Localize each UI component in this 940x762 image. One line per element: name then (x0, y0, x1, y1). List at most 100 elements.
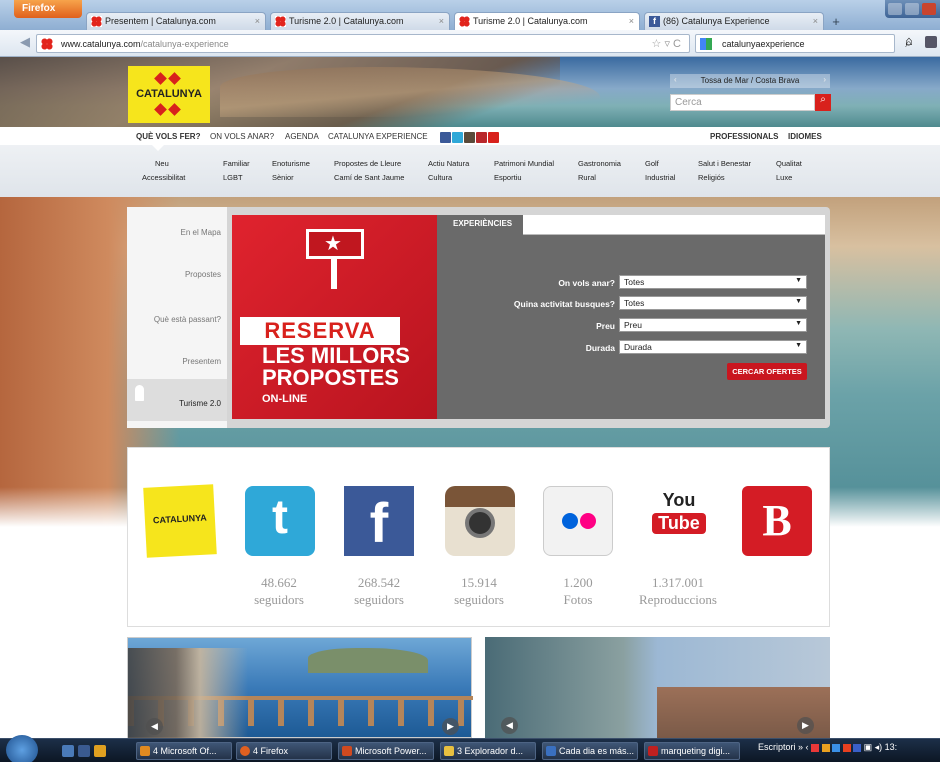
twitter-icon[interactable] (452, 132, 463, 143)
subnav-item[interactable]: LGBT (223, 173, 243, 182)
sidebar-item-mapa[interactable]: En el Mapa (181, 228, 221, 237)
nav-on-vols-anar[interactable]: ON VOLS ANAR? (210, 132, 274, 141)
subnav-item[interactable]: Patrimoni Mundial (494, 159, 554, 168)
sidebar-item-presentem[interactable]: Presentem (182, 357, 221, 366)
close-tab-icon[interactable]: × (255, 16, 260, 26)
nav-que-vols-fer[interactable]: QUÈ VOLS FER? (136, 132, 200, 141)
minimize-button[interactable] (888, 3, 902, 15)
firefox-menu-button[interactable]: Firefox (14, 0, 82, 18)
close-tab-icon[interactable]: × (629, 16, 634, 26)
catalunya-icon[interactable]: CATALUNYA (143, 484, 217, 558)
taskbar-word[interactable]: Cada dia es más... (542, 742, 638, 760)
subnav-item[interactable]: Industrial (645, 173, 675, 182)
nav-catalunya-experience[interactable]: CATALUNYA EXPERIENCE (328, 132, 428, 141)
subnav-item[interactable]: Religiós (698, 173, 725, 182)
subnav-item[interactable]: Gastronomia (578, 159, 621, 168)
clock[interactable]: 13: (885, 742, 898, 752)
photo-coast-hikers[interactable]: ◀ ▶ (127, 637, 473, 738)
close-tab-icon[interactable]: × (813, 16, 818, 26)
subnav-item[interactable]: Propostes de Lleure (334, 159, 401, 168)
subnav-item[interactable]: Familiar (223, 159, 250, 168)
promo-banner[interactable]: ★ RESERVA LES MILLORS PROPOSTES ON-LINE (232, 215, 438, 419)
close-tab-icon[interactable]: × (439, 16, 444, 26)
photo-city[interactable]: ◀ ▶ (485, 637, 830, 738)
sidebar-item-propostes[interactable]: Propostes (185, 270, 221, 279)
network-icon[interactable]: ▣ (864, 742, 873, 752)
facebook-icon[interactable]: f (344, 486, 414, 556)
nav-idiomes[interactable]: IDIOMES (788, 132, 822, 141)
blogger-icon[interactable]: B (742, 486, 812, 556)
youtube-icon[interactable] (476, 132, 487, 143)
home-icon[interactable]: ⌂ (905, 33, 913, 48)
tray-app-icon[interactable] (821, 743, 830, 752)
tab-presentem[interactable]: Presentem | Catalunya.com × (86, 12, 266, 30)
tray-app-icon[interactable] (842, 743, 851, 752)
subnav-item[interactable]: Cultura (428, 173, 452, 182)
taskbar-office[interactable]: 4 Microsoft Of... (136, 742, 232, 760)
subnav-item[interactable]: Enoturisme (272, 159, 310, 168)
extension-icon[interactable] (925, 36, 937, 48)
instagram-icon[interactable] (445, 486, 515, 556)
twitter-icon[interactable]: t (245, 486, 315, 556)
next-arrow-icon[interactable]: ▶ (797, 717, 814, 734)
duration-select[interactable]: Durada ▼ (619, 340, 807, 354)
taskbar-explorer[interactable]: 3 Explorador d... (440, 742, 536, 760)
prev-arrow-icon[interactable]: ‹ (674, 75, 677, 84)
search-offers-button[interactable]: CERCAR OFERTES (727, 363, 807, 380)
google-icon[interactable] (700, 38, 712, 50)
subnav-item[interactable]: Qualitat (776, 159, 802, 168)
next-arrow-icon[interactable]: ▶ (442, 718, 459, 735)
tab-experiencies[interactable]: EXPERIÈNCIES (437, 215, 523, 236)
nav-agenda[interactable]: AGENDA (285, 132, 319, 141)
prev-arrow-icon[interactable]: ◀ (146, 718, 163, 735)
sidebar-item-turisme[interactable]: Turisme 2.0 (127, 379, 227, 421)
bookmark-star-icon[interactable]: ☆ ▿ C (652, 37, 681, 50)
quicklaunch-icon[interactable] (78, 745, 90, 757)
volume-icon[interactable]: ◂) (875, 742, 883, 752)
tray-app-icon[interactable] (832, 743, 841, 752)
new-tab-button[interactable]: + (826, 14, 846, 30)
back-arrow-icon[interactable]: ◀ (20, 34, 30, 50)
subnav-item[interactable]: Actiu Natura (428, 159, 469, 168)
subnav-item[interactable]: Golf (645, 159, 659, 168)
taskbar-firefox[interactable]: 4 Firefox (236, 742, 332, 760)
nav-professionals[interactable]: PROFESSIONALS (710, 132, 778, 141)
sidebar-item-que-esta-passant[interactable]: Què està passant? (154, 315, 221, 324)
flickr-icon[interactable] (543, 486, 613, 556)
destination-select[interactable]: Totes ▼ (619, 275, 807, 289)
subnav-item[interactable]: Rural (578, 173, 596, 182)
activity-select[interactable]: Totes ▼ (619, 296, 807, 310)
subnav-item[interactable]: Sènior (272, 173, 294, 182)
address-bar[interactable]: www.catalunya.com/catalunya-experience ☆… (36, 34, 690, 53)
price-select[interactable]: Preu ▼ (619, 318, 807, 332)
catalunya-logo[interactable]: CATALUNYA (128, 66, 210, 123)
tray-mail-icon[interactable] (811, 743, 820, 752)
site-search-input[interactable]: Cerca (670, 94, 815, 111)
prev-arrow-icon[interactable]: ◀ (501, 717, 518, 734)
facebook-icon[interactable] (440, 132, 451, 143)
google-plus-icon[interactable] (488, 132, 499, 143)
windows-start-icon[interactable] (6, 735, 38, 762)
instagram-icon[interactable] (464, 132, 475, 143)
subnav-item[interactable]: Neu (155, 159, 169, 168)
tab-turisme-1[interactable]: Turisme 2.0 | Catalunya.com × (270, 12, 450, 30)
tray-app-icon[interactable] (853, 743, 862, 752)
subnav-item[interactable]: Accessibilitat (142, 173, 185, 182)
desktop-toolbar-label[interactable]: Escriptori (758, 742, 796, 752)
subnav-item[interactable]: Camí de Sant Jaume (334, 173, 404, 182)
subnav-item[interactable]: Salut i Benestar (698, 159, 751, 168)
site-search-button[interactable]: ⌕ (815, 94, 831, 111)
next-arrow-icon[interactable]: › (823, 75, 826, 84)
site-identity-icon[interactable] (41, 38, 53, 50)
close-window-button[interactable] (922, 3, 936, 15)
taskbar-powerpoint[interactable]: Microsoft Power... (338, 742, 434, 760)
maximize-button[interactable] (905, 3, 919, 15)
destination-selector[interactable]: ‹ Tossa de Mar / Costa Brava › (670, 74, 830, 88)
taskbar-pdf[interactable]: marqueting digi... (644, 742, 740, 760)
search-bar[interactable]: catalunyaexperience ⌕ (695, 34, 912, 53)
subnav-item[interactable]: Luxe (776, 173, 792, 182)
youtube-icon[interactable]: You Tube (644, 486, 714, 556)
subnav-item[interactable]: Esportiu (494, 173, 522, 182)
tab-turisme-active[interactable]: Turisme 2.0 | Catalunya.com × (454, 12, 640, 30)
tab-catalunya-experience[interactable]: f (86) Catalunya Experience × (644, 12, 824, 30)
